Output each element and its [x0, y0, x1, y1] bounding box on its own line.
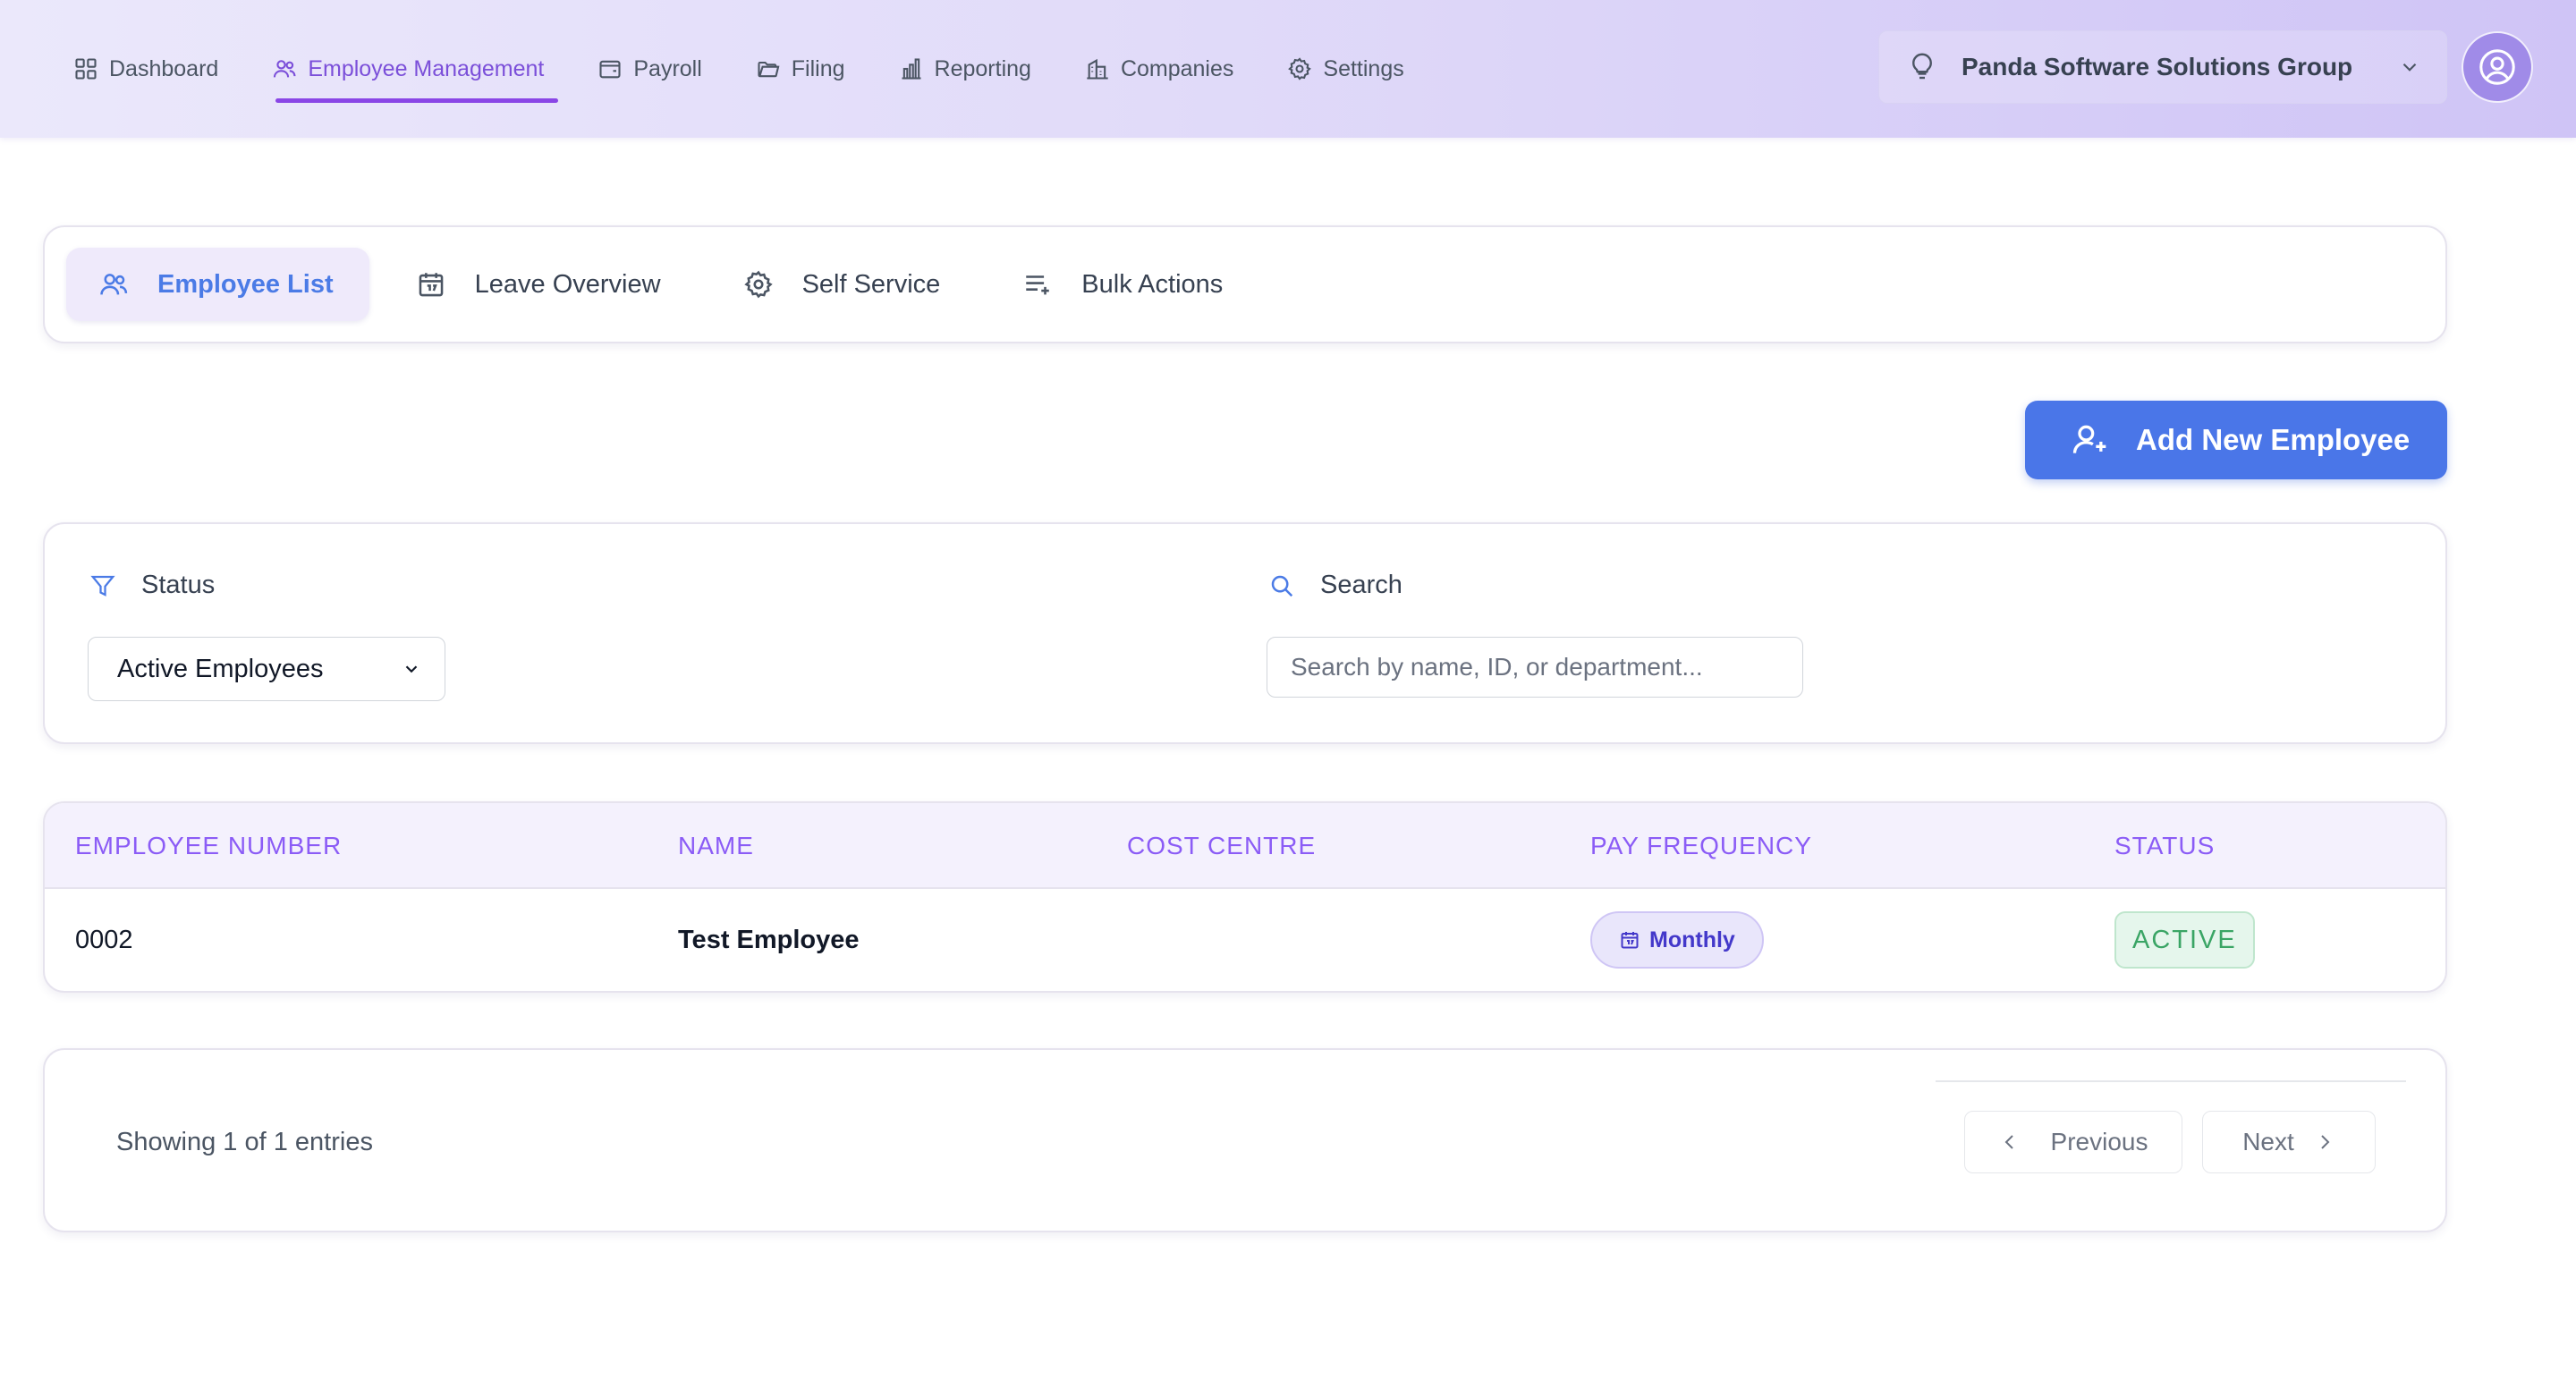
filter-icon	[90, 575, 115, 597]
tab-employee-list[interactable]: Employee List	[66, 248, 369, 321]
employee-table: EMPLOYEE NUMBER NAME COST CENTRE PAY FRE…	[43, 801, 2447, 993]
nav-item-reporting[interactable]: Reporting	[872, 42, 1058, 96]
add-new-employee-label: Add New Employee	[2136, 423, 2411, 456]
bar-chart-icon	[902, 58, 921, 80]
cell-name: Test Employee	[678, 925, 860, 954]
folder-icon	[758, 61, 780, 78]
table-row[interactable]: 0002 Test Employee Monthly ACTIVE	[45, 889, 2445, 991]
search-label: Search	[1268, 571, 1402, 600]
search-input[interactable]	[1267, 637, 1803, 698]
top-nav-bar: Dashboard Employee Management Payroll Fi…	[0, 0, 2576, 138]
chevron-down-icon	[405, 665, 418, 673]
search-label-text: Search	[1320, 571, 1402, 599]
nav-item-companies[interactable]: Companies	[1058, 42, 1260, 96]
add-new-employee-button[interactable]: Add New Employee	[2025, 401, 2447, 479]
pay-frequency-badge: Monthly	[1590, 911, 1764, 969]
company-name: Panda Software Solutions Group	[1962, 53, 2353, 80]
nav-item-label: Settings	[1323, 55, 1404, 81]
tab-label: Self Service	[801, 269, 941, 299]
nav-item-label: Companies	[1120, 55, 1234, 81]
status-filter-label: Status	[89, 571, 215, 600]
nav-item-label: Employee Management	[308, 55, 545, 81]
filters-panel: Status Active Employees Search	[43, 522, 2447, 744]
entries-count: Showing 1 of 1 entries	[116, 1127, 373, 1156]
cell-status: ACTIVE	[2114, 889, 2255, 991]
pay-frequency-text: Monthly	[1649, 927, 1735, 952]
users-icon	[274, 60, 296, 78]
chevron-right-icon	[2321, 1135, 2330, 1149]
column-header-cost-centre[interactable]: COST CENTRE	[1127, 803, 1316, 889]
main-nav: Dashboard Employee Management Payroll Fi…	[47, 0, 1431, 138]
nav-item-label: Reporting	[934, 55, 1031, 81]
tab-self-service[interactable]: Self Service	[711, 248, 977, 321]
previous-label: Previous	[2050, 1128, 2148, 1155]
previous-page-button[interactable]: Previous	[1964, 1111, 2182, 1173]
users-icon	[100, 274, 128, 295]
nav-item-label: Payroll	[633, 55, 702, 81]
calendar-icon	[419, 273, 443, 297]
cell-employee-number: 0002	[75, 925, 133, 954]
building-icon	[1087, 58, 1108, 80]
next-page-button[interactable]: Next	[2202, 1111, 2376, 1173]
tab-label: Leave Overview	[474, 269, 661, 299]
chevron-down-icon	[2402, 63, 2417, 72]
column-header-employee-number[interactable]: EMPLOYEE NUMBER	[75, 803, 342, 889]
table-header: EMPLOYEE NUMBER NAME COST CENTRE PAY FRE…	[45, 803, 2445, 889]
tab-leave-overview[interactable]: Leave Overview	[384, 248, 697, 321]
tab-bulk-actions[interactable]: Bulk Actions	[990, 248, 1258, 321]
company-selector[interactable]: Panda Software Solutions Group	[1878, 30, 2447, 104]
column-header-pay-frequency[interactable]: PAY FREQUENCY	[1590, 803, 1812, 889]
chevron-left-icon	[2004, 1135, 2013, 1149]
employee-subtabs: Employee List Leave Overview Self Servic…	[43, 225, 2447, 343]
status-dropdown[interactable]: Active Employees	[88, 637, 445, 701]
nav-item-dashboard[interactable]: Dashboard	[47, 42, 245, 96]
nav-item-filing[interactable]: Filing	[729, 42, 872, 96]
calendar-icon	[1621, 932, 1639, 949]
lightbulb-icon	[1912, 53, 1932, 80]
tab-label: Employee List	[157, 269, 334, 299]
nav-item-label: Filing	[791, 55, 845, 81]
column-header-name[interactable]: NAME	[678, 803, 754, 889]
grid-icon	[75, 58, 97, 80]
tab-label: Bulk Actions	[1081, 269, 1224, 299]
status-label-text: Status	[141, 571, 216, 599]
nav-item-employee-management[interactable]: Employee Management	[245, 42, 571, 103]
list-plus-icon	[1026, 275, 1050, 295]
next-label: Next	[2242, 1128, 2294, 1155]
status-badge: ACTIVE	[2114, 911, 2255, 969]
search-icon	[1271, 575, 1293, 597]
cell-pay-frequency: Monthly	[1590, 889, 1764, 991]
user-circle-icon	[2479, 49, 2515, 85]
column-header-status[interactable]: STATUS	[2114, 803, 2215, 889]
user-plus-icon	[2072, 425, 2106, 453]
nav-item-settings[interactable]: Settings	[1260, 42, 1430, 96]
wallet-icon	[599, 60, 621, 79]
gear-icon	[1288, 57, 1312, 80]
user-avatar-button[interactable]	[2462, 31, 2533, 103]
nav-item-label: Dashboard	[109, 55, 219, 81]
divider	[1936, 1080, 2406, 1082]
status-selected-value: Active Employees	[117, 654, 324, 683]
nav-item-payroll[interactable]: Payroll	[571, 42, 728, 96]
pagination-panel: Showing 1 of 1 entries Previous Next	[43, 1048, 2447, 1232]
gear-icon	[743, 270, 773, 299]
